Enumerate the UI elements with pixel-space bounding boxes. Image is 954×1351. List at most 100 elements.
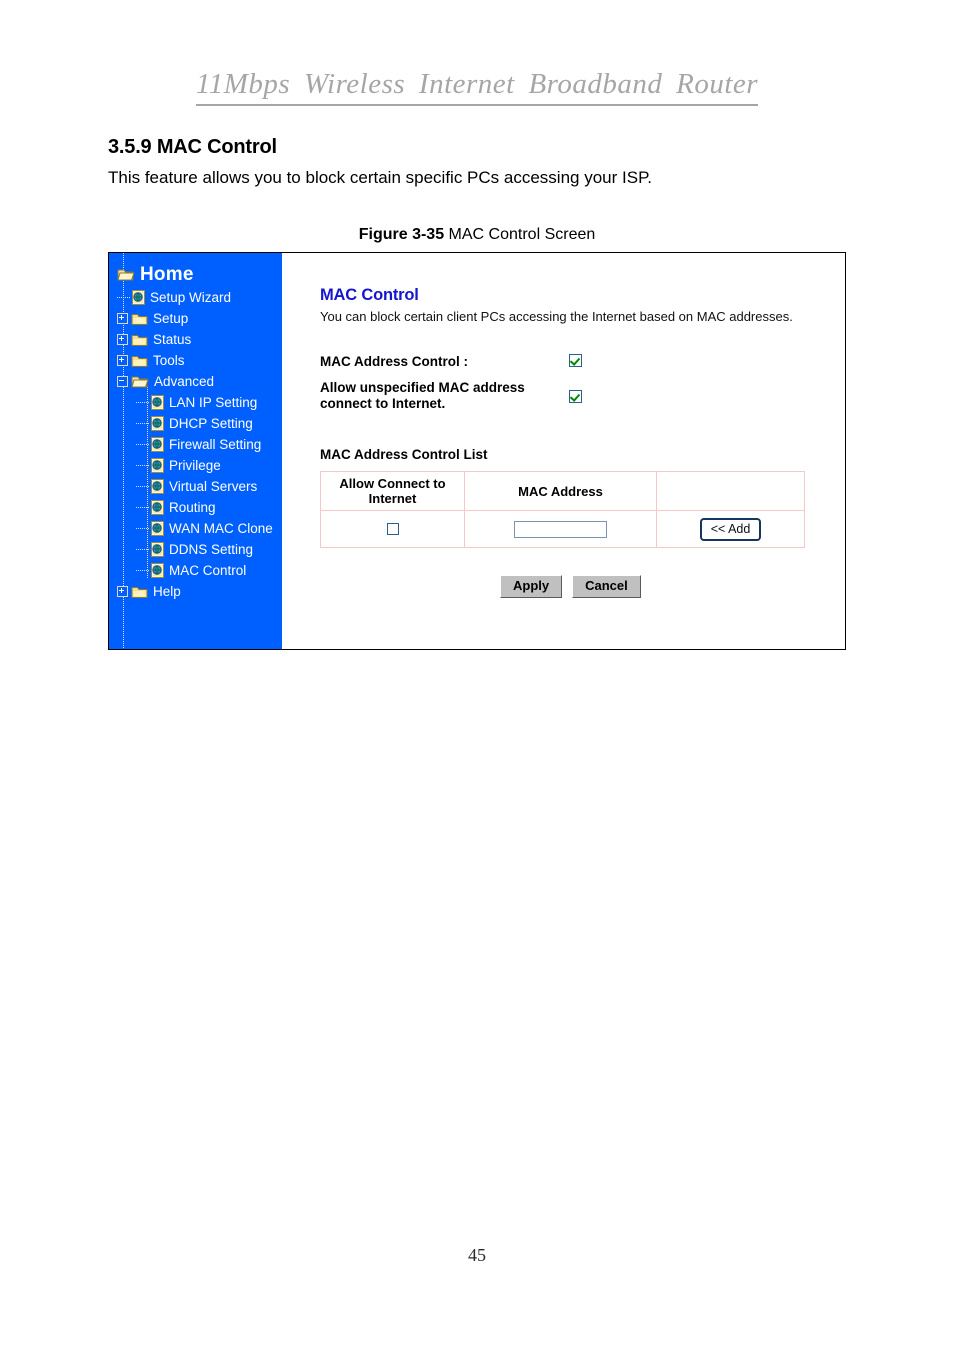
mac-address-control-list-title: MAC Address Control List xyxy=(320,447,488,462)
figure-caption: Figure 3-35 MAC Control Screen xyxy=(0,226,954,244)
sidebar-item-label: Status xyxy=(153,331,192,347)
sidebar-item-label: Tools xyxy=(153,352,185,368)
sidebar-item-label: Advanced xyxy=(154,373,215,389)
open-folder-icon xyxy=(117,267,135,282)
sidebar-item-label: Home xyxy=(140,263,194,285)
allow-unspecified-checkbox[interactable] xyxy=(569,390,582,403)
running-header-text: 11Mbps Wireless Internet Broadband Route… xyxy=(195,68,759,106)
sidebar-item-help[interactable]: Help xyxy=(109,581,282,602)
sidebar-item-advanced[interactable]: Advanced xyxy=(109,371,282,392)
closed-folder-icon xyxy=(131,312,148,326)
column-header-mac-address: MAC Address xyxy=(464,471,657,511)
page-globe-icon xyxy=(151,479,164,494)
add-button[interactable]: << Add xyxy=(699,517,762,541)
allow-unspecified-label: Allow unspecified MAC address connect to… xyxy=(320,380,540,412)
expand-plus-icon[interactable] xyxy=(117,586,128,597)
page-globe-icon xyxy=(151,458,164,473)
sidebar-item-wan-mac-clone[interactable]: WAN MAC Clone xyxy=(109,518,282,539)
page-globe-icon xyxy=(151,521,164,536)
page-number: 45 xyxy=(468,1245,486,1265)
main-content-panel: MAC Control You can block certain client… xyxy=(282,253,845,649)
cancel-button[interactable]: Cancel xyxy=(572,575,641,598)
tree-tick xyxy=(136,465,150,466)
table-header-row: Allow Connect to Internet MAC Address xyxy=(320,471,805,511)
sidebar-item-mac-control[interactable]: MAC Control xyxy=(109,560,282,581)
sidebar-item-label: Setup xyxy=(153,310,189,326)
tree-tick xyxy=(136,486,150,487)
sidebar-item-label: WAN MAC Clone xyxy=(169,520,273,536)
sidebar-item-status[interactable]: Status xyxy=(109,329,282,350)
tree-tick xyxy=(136,570,150,571)
panel-title: MAC Control xyxy=(320,286,419,304)
mac-address-control-table: Allow Connect to Internet MAC Address <<… xyxy=(320,471,805,548)
panel-description: You can block certain client PCs accessi… xyxy=(320,309,793,324)
tree-tick xyxy=(136,402,150,403)
sidebar-item-ddns-setting[interactable]: DDNS Setting xyxy=(109,539,282,560)
sidebar-navigation: Home Setup Wizard Setup Status Tools Adv… xyxy=(109,253,282,649)
document-running-header: 11Mbps Wireless Internet Broadband Route… xyxy=(0,68,954,106)
page-title: 3.5.9 MAC Control xyxy=(108,136,277,158)
row-allow-connect-checkbox[interactable] xyxy=(386,522,399,535)
allow-unspecified-label-line2: connect to Internet. xyxy=(320,396,446,411)
apply-button[interactable]: Apply xyxy=(500,575,563,598)
cell-mac-address xyxy=(464,510,657,548)
sidebar-item-label: Help xyxy=(153,583,181,599)
sidebar-item-label: Firewall Setting xyxy=(169,436,262,452)
page-globe-icon xyxy=(132,290,145,305)
sidebar-item-label: Privilege xyxy=(169,457,221,473)
sidebar-item-label: DHCP Setting xyxy=(169,415,253,431)
sidebar-item-setup-wizard[interactable]: Setup Wizard xyxy=(109,287,282,308)
sidebar-item-label: DDNS Setting xyxy=(169,541,254,557)
column-header-action xyxy=(656,471,805,511)
sidebar-item-setup[interactable]: Setup xyxy=(109,308,282,329)
column-header-allow-connect: Allow Connect to Internet xyxy=(320,471,465,511)
tree-tick xyxy=(136,549,150,550)
figure-caption-text: MAC Control Screen xyxy=(448,226,596,243)
tree-tick xyxy=(117,297,131,298)
closed-folder-icon xyxy=(131,585,148,599)
open-folder-icon xyxy=(131,374,149,389)
expand-plus-icon[interactable] xyxy=(117,355,128,366)
mac-address-control-checkbox[interactable] xyxy=(569,354,582,367)
sidebar-item-privilege[interactable]: Privilege xyxy=(109,455,282,476)
sidebar-item-home[interactable]: Home xyxy=(109,261,282,287)
cell-allow-connect xyxy=(320,510,465,548)
closed-folder-icon xyxy=(131,333,148,347)
sidebar-item-lan-ip-setting[interactable]: LAN IP Setting xyxy=(109,392,282,413)
sidebar-item-virtual-servers[interactable]: Virtual Servers xyxy=(109,476,282,497)
allow-unspecified-label-line1: Allow unspecified MAC address xyxy=(320,380,525,395)
expand-plus-icon[interactable] xyxy=(117,334,128,345)
page-globe-icon xyxy=(151,437,164,452)
column-header-allow-line1: Allow Connect to xyxy=(339,476,446,491)
sidebar-item-dhcp-setting[interactable]: DHCP Setting xyxy=(109,413,282,434)
closed-folder-icon xyxy=(131,354,148,368)
tree-tick xyxy=(136,507,150,508)
cell-action: << Add xyxy=(656,510,805,548)
section-description: This feature allows you to block certain… xyxy=(108,168,652,187)
page-globe-icon xyxy=(151,563,164,578)
page-globe-icon xyxy=(151,500,164,515)
collapse-minus-icon[interactable] xyxy=(117,376,128,387)
mac-address-input[interactable] xyxy=(514,520,607,538)
form-button-bar: Apply Cancel xyxy=(500,575,641,598)
tree-tick xyxy=(136,444,150,445)
column-header-allow-line2: Internet xyxy=(368,491,417,506)
tree-tick xyxy=(136,528,150,529)
sidebar-item-label: Routing xyxy=(169,499,216,515)
tree-tick xyxy=(136,423,150,424)
mac-address-control-label: MAC Address Control : xyxy=(320,354,468,369)
sidebar-item-tools[interactable]: Tools xyxy=(109,350,282,371)
sidebar-item-routing[interactable]: Routing xyxy=(109,497,282,518)
figure-label: Figure 3-35 xyxy=(358,226,445,243)
sidebar-item-label: MAC Control xyxy=(169,562,247,578)
table-row: << Add xyxy=(320,510,805,548)
page-globe-icon xyxy=(151,416,164,431)
expand-plus-icon[interactable] xyxy=(117,313,128,324)
sidebar-item-label: Setup Wizard xyxy=(150,289,232,305)
page-globe-icon xyxy=(151,395,164,410)
page-globe-icon xyxy=(151,542,164,557)
router-ui-frame: Home Setup Wizard Setup Status Tools Adv… xyxy=(108,252,846,650)
sidebar-item-label: Virtual Servers xyxy=(169,478,258,494)
sidebar-item-firewall-setting[interactable]: Firewall Setting xyxy=(109,434,282,455)
sidebar-item-label: LAN IP Setting xyxy=(169,394,258,410)
